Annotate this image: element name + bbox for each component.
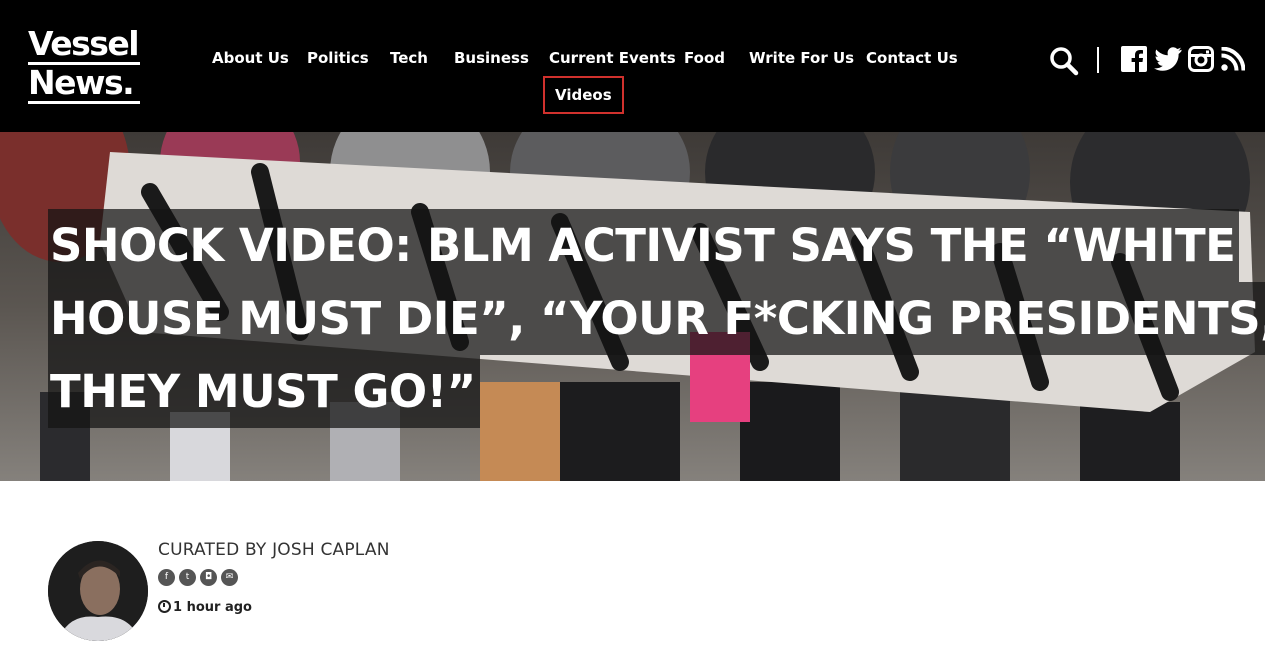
nav-politics[interactable]: Politics [307, 49, 369, 67]
author-avatar[interactable] [48, 541, 148, 641]
email-icon[interactable]: ✉ [221, 569, 238, 586]
headline-line-3: THEY MUST GO!” [48, 355, 480, 428]
instagram-icon[interactable]: ◘ [200, 569, 217, 586]
hero-image: SHOCK VIDEO: BLM ACTIVIST SAYS THE “WHIT… [0, 132, 1265, 481]
search-icon[interactable] [1049, 46, 1079, 81]
headline-line-1: SHOCK VIDEO: BLM ACTIVIST SAYS THE “WHIT… [48, 209, 1240, 282]
nav-tech[interactable]: Tech [390, 49, 428, 67]
nav-business[interactable]: Business [454, 49, 529, 67]
article-headline: SHOCK VIDEO: BLM ACTIVIST SAYS THE “WHIT… [48, 209, 1265, 428]
site-header: Vessel News. About Us Politics Tech Busi… [0, 0, 1265, 132]
instagram-icon[interactable] [1188, 46, 1214, 77]
twitter-icon[interactable]: t [179, 569, 196, 586]
clock-icon [158, 600, 171, 613]
twitter-icon[interactable] [1154, 47, 1182, 76]
facebook-icon[interactable]: f [158, 569, 175, 586]
nav-write-for-us[interactable]: Write For Us [749, 49, 854, 67]
nav-about-us[interactable]: About Us [212, 49, 289, 67]
curated-by[interactable]: CURATED BY JOSH CAPLAN [158, 540, 390, 560]
nav-videos[interactable]: Videos [543, 76, 624, 114]
nav-contact-us[interactable]: Contact Us [866, 49, 958, 67]
nav-current-events[interactable]: Current Events [549, 49, 676, 67]
post-time: 1 hour ago [158, 600, 252, 616]
site-logo[interactable]: Vessel News. [28, 26, 140, 104]
header-divider [1097, 47, 1099, 73]
headline-line-2: HOUSE MUST DIE”, “YOUR F*CKING PRESIDENT… [48, 282, 1265, 355]
logo-line-1: Vessel [28, 24, 140, 65]
facebook-icon[interactable] [1121, 46, 1147, 77]
logo-line-2: News. [28, 65, 140, 104]
time-ago: 1 hour ago [173, 600, 252, 615]
rss-icon[interactable] [1221, 46, 1246, 76]
nav-food[interactable]: Food [684, 49, 725, 67]
author-social-links: f t ◘ ✉ [158, 569, 242, 587]
